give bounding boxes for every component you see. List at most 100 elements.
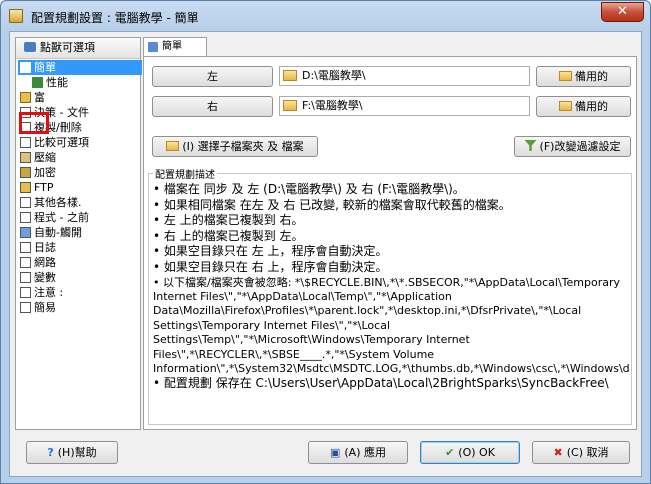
- tree-item-label: 富: [34, 91, 45, 104]
- description-line-text: 如果空目錄只在 左 上，程序會自動決定。: [163, 244, 388, 259]
- help-button[interactable]: ? (H)幫助: [26, 441, 118, 464]
- source-path-field[interactable]: D:\電腦教學\: [279, 66, 530, 86]
- apply-label: (A) 應用: [344, 446, 386, 459]
- description-line: • 檔案在 同步 及 左 (D:\電腦教學\) 及 右 (F:\電腦教學\)。: [153, 182, 465, 196]
- ok-button[interactable]: ✔ (O) OK: [420, 441, 520, 464]
- folder-icon: [283, 100, 297, 111]
- check-icon: ✔: [445, 446, 455, 459]
- source-button[interactable]: 左: [152, 66, 273, 87]
- tree-item-label: 注意 :: [34, 286, 64, 299]
- apply-button[interactable]: ▣ (A) 應用: [308, 441, 408, 464]
- description-line-text: 如果空目錄只在 右 上，程序會自動決定。: [163, 259, 388, 274]
- tree-item-label: 簡易: [34, 301, 56, 314]
- folder-icon: [559, 101, 572, 111]
- tab-label: 簡單: [162, 41, 182, 52]
- choose-subfolders-button[interactable]: (I) 選擇子檔案夾 及 檔案: [152, 136, 318, 157]
- settings-panel: 簡單 左 D:\電腦教學\ 備用的 右 F:\電腦教學\ 備用的 (I) 選擇子…: [143, 37, 637, 430]
- tree-item-label: 自動-觸開: [34, 226, 82, 239]
- tree-item-misc[interactable]: 其他各樣.: [18, 195, 82, 210]
- folder-icon: [283, 70, 297, 81]
- network-icon: [20, 257, 31, 268]
- cancel-icon: ✖: [553, 446, 563, 459]
- tab-simple[interactable]: 簡單: [143, 37, 207, 57]
- ftp-icon: [20, 182, 31, 193]
- description-line-text: 右 上的檔案已複製到 左。: [163, 228, 304, 243]
- description-line: • 如果相同檔案 在左 及 右 已改變, 較新的檔案會取代較舊的檔案。: [153, 197, 511, 212]
- dest-used-button[interactable]: 備用的: [536, 96, 631, 117]
- source-used-label: 備用的: [575, 70, 608, 83]
- tree-item-label: 日誌: [34, 241, 56, 254]
- tree-item-encryption[interactable]: 加密: [18, 165, 56, 180]
- app-window: 配置規劃設置 : 電腦教學 - 簡單 ✕ 點獸可選項 簡單 性能 富 決策 - …: [0, 0, 651, 484]
- tree-item-programs-before[interactable]: 程式 - 之前: [18, 210, 89, 225]
- tree-item-simple[interactable]: 簡單: [18, 60, 142, 75]
- bar-chart-icon: [32, 77, 43, 88]
- program-icon: [20, 212, 31, 223]
- highlight-box: [19, 112, 49, 134]
- filter-icon: [524, 140, 537, 151]
- tree-item-easy[interactable]: 簡易: [18, 300, 56, 315]
- dest-path-field[interactable]: F:\電腦教學\: [279, 96, 530, 116]
- tree-item-label: 其他各樣.: [34, 196, 82, 209]
- lock-icon: [20, 167, 31, 178]
- tree-item-label: 程式 - 之前: [34, 211, 89, 224]
- description-line: • 右 上的檔案已複製到 左。: [153, 228, 304, 243]
- tree-item-variables[interactable]: 變數: [18, 270, 56, 285]
- choose-subfolders-label: (I) 選擇子檔案夾 及 檔案: [182, 140, 304, 153]
- options-tree-header[interactable]: 點獸可選項: [16, 38, 140, 59]
- cancel-button[interactable]: ✖ (C) 取消: [532, 441, 630, 464]
- change-filter-label: (F)改變過濾設定: [539, 140, 621, 153]
- dest-path-value: F:\電腦教學\: [302, 99, 363, 112]
- tree-item-compare[interactable]: 比較可選項: [18, 135, 89, 150]
- tree-item-label: FTP: [34, 181, 54, 194]
- log-icon: [20, 242, 31, 253]
- tree-item-auto-trigger[interactable]: 自動-觸開: [18, 225, 82, 240]
- tree-item-notes[interactable]: 注意 :: [18, 285, 63, 300]
- easy-icon: [20, 302, 31, 313]
- tree-item-rich[interactable]: 富: [18, 90, 45, 105]
- description-label: 配置規劃描述: [153, 166, 217, 181]
- auto-icon: [20, 227, 31, 238]
- source-used-button[interactable]: 備用的: [536, 66, 631, 87]
- dest-button[interactable]: 右: [152, 96, 273, 117]
- app-icon: [9, 9, 23, 23]
- description-line: • 配置規劃 保存在 C:\Users\User\AppData\Local\2…: [153, 376, 609, 391]
- tree-item-label: 簡單: [34, 61, 56, 74]
- tree-header-icon: [24, 42, 36, 52]
- compare-icon: [20, 137, 31, 148]
- tree-item-label: 壓縮: [34, 151, 56, 164]
- tree-item-label: 網路: [34, 256, 56, 269]
- dest-used-label: 備用的: [575, 100, 608, 113]
- description-line: • 左 上的檔案已複製到 右。: [153, 213, 304, 228]
- folder-icon: [166, 141, 180, 151]
- tree-item-ftp[interactable]: FTP: [18, 180, 54, 195]
- tree-item-network[interactable]: 網路: [18, 255, 56, 270]
- tree-item-label: 變數: [34, 271, 56, 284]
- description-text: • 檔案在 同步 及 左 (D:\電腦教學\) 及 右 (F:\電腦教學\)。 …: [153, 182, 629, 422]
- tree-item-compression[interactable]: 壓縮: [18, 150, 56, 165]
- tree-item-performance[interactable]: 性能: [30, 75, 68, 90]
- description-line-text: 左 上的檔案已複製到 右。: [163, 213, 304, 228]
- description-line-text: 如果相同檔案 在左 及 右 已改變, 較新的檔案會取代較舊的檔案。: [163, 197, 511, 212]
- description-line: • 如果空目錄只在 左 上，程序會自動決定。: [153, 244, 388, 259]
- description-line-text: 配置規劃 保存在 C:\Users\User\AppData\Local\2Br…: [163, 376, 609, 391]
- description-line-text: 檔案在 同步 及 左 (D:\電腦教學\) 及 右 (F:\電腦教學\)。: [163, 182, 465, 196]
- wrench-icon: [20, 92, 31, 103]
- misc-icon: [20, 197, 31, 208]
- tree-item-label: 加密: [34, 166, 56, 179]
- change-filter-button[interactable]: (F)改變過濾設定: [514, 136, 631, 157]
- tab-icon: [148, 42, 158, 52]
- tree-item-log[interactable]: 日誌: [18, 240, 56, 255]
- zip-icon: [20, 152, 31, 163]
- description-line-text: 以下檔案/檔案夾會被忽略: *\$RECYCLE.BIN\,*\*.SBSECO…: [153, 275, 629, 375]
- help-icon: ?: [47, 446, 54, 459]
- ok-label: (O) OK: [458, 446, 495, 459]
- source-path-value: D:\電腦教學\: [302, 69, 366, 82]
- variables-icon: [20, 272, 31, 283]
- title-bar: 配置規劃設置 : 電腦教學 - 簡單 ✕: [1, 1, 650, 31]
- help-label: (H)幫助: [57, 446, 97, 459]
- tree-item-label: 性能: [46, 76, 68, 89]
- cancel-label: (C) 取消: [566, 446, 609, 459]
- close-button[interactable]: ✕: [601, 2, 644, 22]
- notes-icon: [20, 287, 31, 298]
